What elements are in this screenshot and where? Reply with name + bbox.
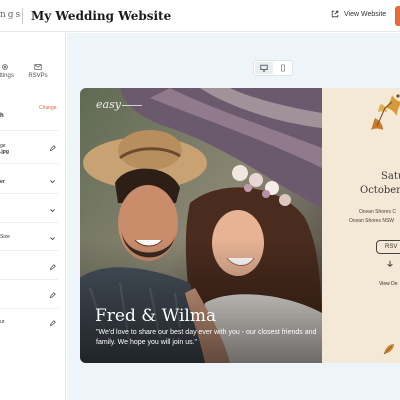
view-website-link[interactable]: View Website (331, 10, 386, 18)
pencil-icon[interactable] (49, 320, 56, 327)
gear-icon (2, 64, 8, 70)
brand-divider (122, 105, 142, 106)
top-header: ngs My Wedding Website View Website (0, 0, 400, 32)
divider (0, 250, 58, 251)
logo[interactable]: ngs (0, 10, 22, 20)
view-website-label: View Website (344, 10, 387, 18)
site-title: My Wedding Website (31, 9, 172, 23)
row-label: Size (0, 234, 10, 240)
row-value: .jpg (0, 149, 9, 155)
chevron-down-icon[interactable] (49, 207, 56, 214)
sidebar-row-image[interactable]: ge .jpg (0, 143, 58, 157)
chevron-down-icon[interactable] (386, 260, 394, 268)
nav-settings-label: ettings (0, 73, 14, 79)
change-link[interactable]: Change (39, 105, 57, 111)
hero-photo: easy Fred & Wilma "We'd love to share ou… (80, 88, 322, 363)
sidebar: ettings RSVPs Change h ge .jpg er Size (0, 33, 66, 400)
nav-rsvps[interactable]: RSVPs (26, 63, 50, 79)
divider (0, 130, 58, 131)
sidebar-row-edit-3[interactable]: ur (0, 317, 58, 331)
publish-button[interactable] (395, 6, 400, 26)
device-toggle (253, 60, 293, 76)
divider (0, 222, 58, 223)
mobile-icon (281, 64, 285, 72)
divider (0, 279, 58, 280)
couple-names[interactable]: Fred & Wilma (95, 306, 216, 326)
sidebar-row-size[interactable]: Size (0, 233, 58, 247)
view-details-link[interactable]: View De (379, 281, 398, 287)
desktop-view-button[interactable] (255, 62, 273, 74)
event-day: Satur (381, 171, 400, 182)
invitation-card: Satur October r Ocean Shores C Ocean Sho… (322, 88, 400, 363)
row-label: ur (0, 319, 5, 325)
website-preview[interactable]: easy Fred & Wilma "We'd love to share ou… (80, 88, 400, 363)
pencil-icon[interactable] (49, 264, 56, 271)
row-label: er (0, 179, 5, 185)
rsvp-button[interactable]: RSV (376, 240, 400, 254)
tagline[interactable]: "We'd love to share our best day ever wi… (96, 328, 322, 348)
divider (0, 193, 58, 194)
section-heading: h (0, 113, 4, 119)
desktop-icon (260, 64, 268, 72)
pencil-icon[interactable] (49, 145, 56, 152)
autumn-leaves-illustration (371, 94, 400, 130)
external-link-icon (331, 10, 339, 18)
sidebar-row-edit-1[interactable] (0, 262, 58, 276)
sidebar-nav: ettings RSVPs (0, 63, 65, 87)
divider (0, 163, 58, 164)
location-line-1: Ocean Shores C (359, 209, 396, 215)
sidebar-row-header[interactable]: er (0, 176, 58, 190)
chevron-down-icon[interactable] (49, 178, 56, 185)
mail-icon (34, 64, 42, 70)
sidebar-row-edit-2[interactable] (0, 290, 58, 304)
header-divider (22, 8, 23, 24)
nav-rsvps-label: RSVPs (28, 73, 48, 79)
divider (0, 308, 58, 309)
mobile-view-button[interactable] (274, 62, 292, 74)
event-date: October r (360, 185, 400, 196)
pencil-icon[interactable] (49, 292, 56, 299)
location-line-2: Ocean Shores NSW (349, 218, 395, 224)
nav-settings[interactable]: ettings (0, 63, 22, 79)
chevron-down-icon[interactable] (49, 235, 56, 242)
brand-mark: easy (96, 98, 121, 111)
sidebar-row-dropdown[interactable] (0, 205, 58, 219)
autumn-leaf-icon (383, 344, 394, 355)
